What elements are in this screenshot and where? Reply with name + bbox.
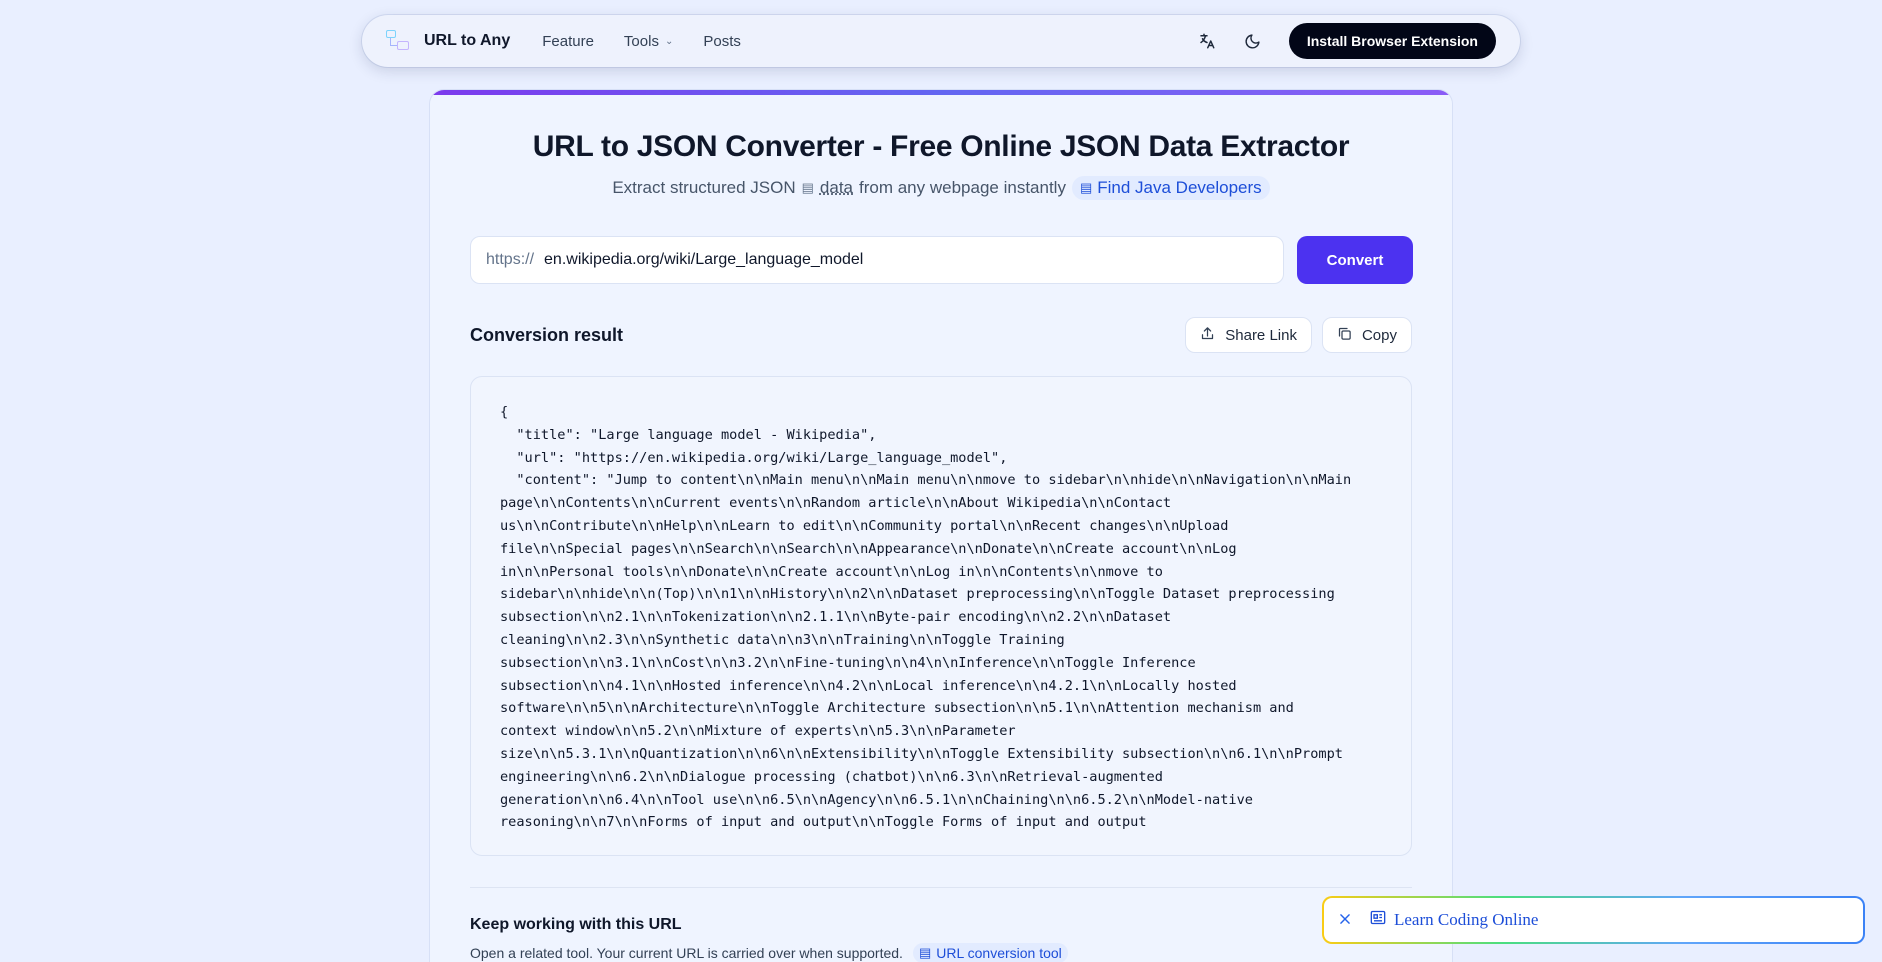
url-input[interactable] <box>544 251 1268 269</box>
converter-card: URL to JSON Converter - Free Online JSON… <box>430 90 1452 962</box>
keep-working-title: Keep working with this URL <box>470 916 682 933</box>
top-nav: URL to Any Feature Tools ⌄ Posts Install … <box>362 15 1520 67</box>
url-conversion-tool-link[interactable]: ▤ URL conversion tool <box>912 943 1068 962</box>
share-icon <box>1200 326 1215 345</box>
result-title: Conversion result <box>470 324 624 345</box>
page-title: URL to JSON Converter - Free Online JSON… <box>532 130 1350 163</box>
url-form: https:// Convert <box>470 236 1413 284</box>
document-icon: ▤ <box>801 180 814 195</box>
url-prefix: https:// <box>486 251 535 268</box>
copy-icon <box>1337 326 1352 345</box>
nav-link-tools[interactable]: Tools ⌄ <box>624 33 673 50</box>
convert-button[interactable]: Convert <box>1297 236 1413 284</box>
subtitle-data-term[interactable]: data <box>820 178 853 198</box>
logo-icon[interactable] <box>386 30 410 52</box>
document-icon: ▤ <box>1079 180 1093 195</box>
install-extension-button[interactable]: Install Browser Extension <box>1288 23 1496 59</box>
translate-icon[interactable] <box>1197 31 1217 51</box>
nav-link-tools-label: Tools <box>623 32 659 50</box>
result-header: Conversion result Share Link Copy <box>470 317 1412 353</box>
subtitle-suffix: from any webpage instantly <box>859 178 1066 197</box>
close-icon[interactable] <box>1338 910 1352 931</box>
nav-link-posts[interactable]: Posts <box>703 33 741 50</box>
copy-label: Copy <box>1361 326 1397 344</box>
card-accent-bar <box>430 90 1452 95</box>
promo-link-label: Find Java Developers <box>1097 178 1262 197</box>
subtitle-prefix: Extract structured JSON <box>612 178 796 197</box>
toast-link[interactable]: Learn Coding Online <box>1370 910 1538 930</box>
chevron-down-icon: ⌄ <box>664 35 674 47</box>
keep-working-desc-text: Open a related tool. Your current URL is… <box>470 945 903 961</box>
json-output[interactable]: { "title": "Large language model - Wikip… <box>470 376 1412 856</box>
nav-link-feature[interactable]: Feature <box>542 33 594 50</box>
url-field[interactable]: https:// <box>470 236 1284 284</box>
document-icon <box>1370 910 1386 930</box>
section-divider <box>470 887 1412 888</box>
moon-icon[interactable] <box>1243 31 1263 51</box>
toast-text: Learn Coding Online <box>1394 910 1539 929</box>
json-output-text: { "title": "Large language model - Wikip… <box>500 404 1352 831</box>
share-link-button[interactable]: Share Link <box>1185 317 1312 353</box>
promo-link-java[interactable]: ▤ Find Java Developers <box>1071 176 1270 200</box>
brand-name[interactable]: URL to Any <box>424 32 510 50</box>
document-icon: ▤ <box>918 945 932 960</box>
keep-working-desc: Open a related tool. Your current URL is… <box>470 943 1068 962</box>
share-link-label: Share Link <box>1225 326 1297 344</box>
promo-toast: Learn Coding Online <box>1322 896 1865 944</box>
page-subtitle: Extract structured JSON ▤ data from any … <box>430 176 1452 200</box>
copy-button[interactable]: Copy <box>1321 317 1412 353</box>
url-conversion-tool-label: URL conversion tool <box>936 945 1062 961</box>
